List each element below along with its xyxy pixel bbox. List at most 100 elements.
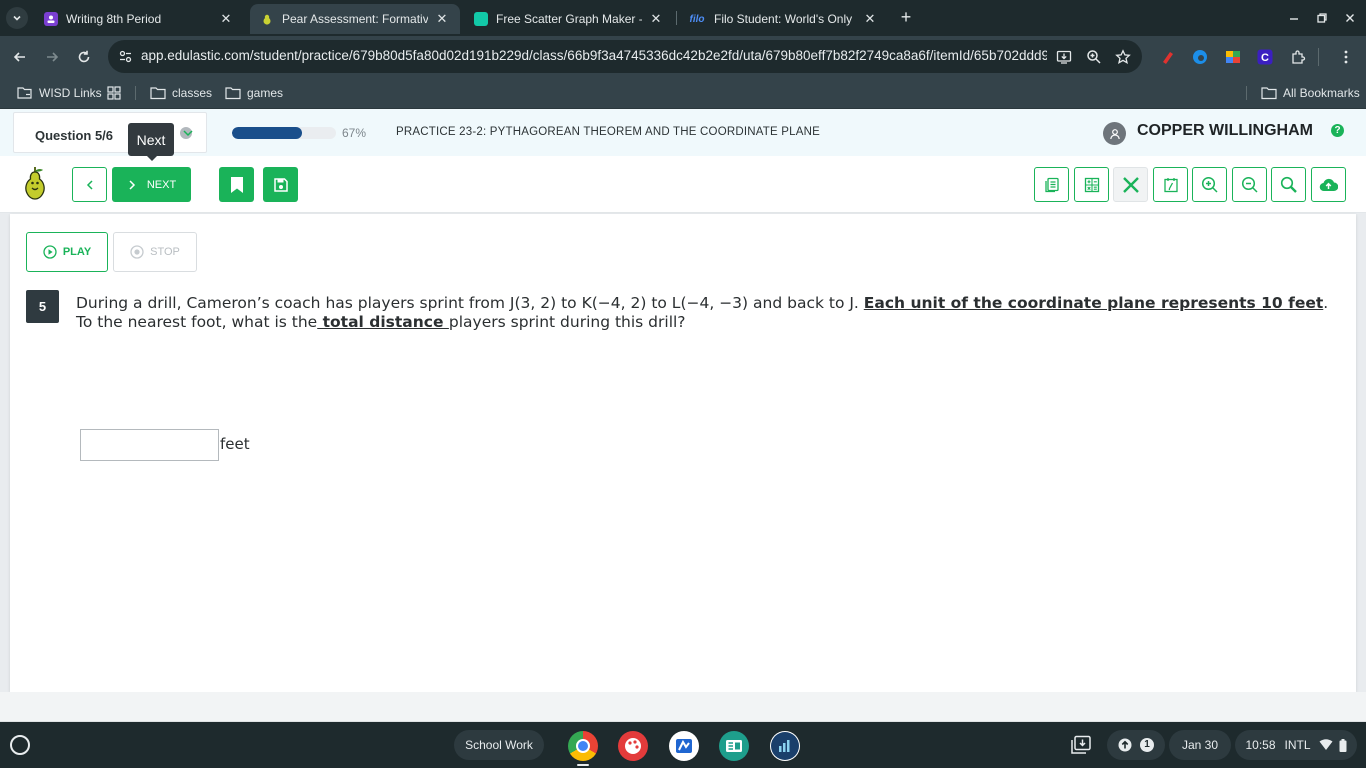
stop-audio-button[interactable]: STOP <box>113 232 197 272</box>
answer-input[interactable] <box>80 429 219 461</box>
new-tab-button[interactable]: + <box>896 8 916 28</box>
bookmark-divider <box>135 86 136 100</box>
upload-status-icon <box>1118 738 1132 752</box>
save-icon <box>273 177 288 192</box>
wifi-icon <box>1319 739 1333 750</box>
user-avatar-icon[interactable] <box>1103 122 1126 145</box>
kami-app-icon[interactable] <box>669 731 699 761</box>
bookmark-folder-classes[interactable]: classes <box>150 82 212 104</box>
clock-time: 10:58 <box>1245 738 1276 752</box>
edge-extension-icon[interactable] <box>1189 46 1211 68</box>
calculator-button[interactable] <box>1074 167 1109 202</box>
previous-button[interactable] <box>72 167 107 202</box>
chevron-down-icon <box>183 130 193 137</box>
reload-button[interactable] <box>72 45 96 69</box>
all-bookmarks-button[interactable]: All Bookmarks <box>1261 82 1360 104</box>
submit-upload-button[interactable] <box>1311 167 1346 202</box>
tab-scatter-graph[interactable]: Free Scatter Graph Maker - Cre ✕ <box>464 4 674 34</box>
drive-extension-icon[interactable] <box>1222 46 1244 68</box>
close-window-button[interactable] <box>1340 8 1360 28</box>
toolbar-divider <box>1318 48 1319 66</box>
clipboard-history-icon[interactable] <box>1070 735 1092 755</box>
notification-tray[interactable]: 1 <box>1107 730 1165 760</box>
cross-out-tool-button[interactable] <box>1113 167 1148 202</box>
bookmark-divider <box>1246 86 1247 100</box>
scatter-favicon-icon <box>474 12 488 26</box>
extensions-puzzle-icon[interactable] <box>1287 46 1309 68</box>
chevron-left-icon <box>86 179 93 190</box>
bookmark-folder-games[interactable]: games <box>225 82 283 104</box>
next-label: NEXT <box>146 178 177 191</box>
date-tray[interactable]: Jan 30 <box>1169 730 1231 760</box>
cross-out-icon <box>1122 176 1139 193</box>
apps-button[interactable] <box>107 82 127 104</box>
question-text: During a drill, Cameron’s coach has play… <box>76 294 1336 332</box>
pear-logo-icon <box>25 167 45 200</box>
magnifier-button[interactable] <box>1271 167 1306 202</box>
tab-filo[interactable]: filo Filo Student: World's Only Live ✕ <box>678 4 888 34</box>
bookmark-question-button[interactable] <box>219 167 254 202</box>
user-name[interactable]: COPPER WILLINGHAM <box>1137 122 1313 140</box>
install-app-icon[interactable] <box>1054 47 1074 67</box>
bookmark-label: All Bookmarks <box>1283 86 1360 100</box>
close-tab-icon[interactable]: ✕ <box>862 11 878 27</box>
tab-search-button[interactable] <box>6 7 28 29</box>
bookmark-star-icon[interactable] <box>1113 47 1133 67</box>
status-tray[interactable]: 10:58 INTL <box>1235 730 1357 760</box>
site-info-icon[interactable] <box>118 49 133 64</box>
question-selector[interactable]: Question 5/6 <box>13 112 207 153</box>
highlighter-extension-icon[interactable] <box>1157 46 1179 68</box>
save-button[interactable] <box>263 167 298 202</box>
notification-count-badge: 1 <box>1140 738 1154 752</box>
zoom-icon[interactable] <box>1084 47 1104 67</box>
assignment-title: PRACTICE 23-2: PYTHAGOREAN THEOREM AND T… <box>396 126 820 138</box>
restore-icon <box>1317 13 1327 23</box>
back-button[interactable] <box>8 45 32 69</box>
question-text-emphasis: total distance <box>317 313 449 331</box>
tab-title: Free Scatter Graph Maker - Cre <box>496 12 642 26</box>
analytics-app-icon[interactable] <box>770 731 800 761</box>
launcher-button[interactable] <box>10 735 30 755</box>
chrome-app-icon[interactable] <box>568 731 598 761</box>
reference-sheet-icon <box>1044 177 1059 192</box>
minimize-button[interactable] <box>1284 8 1304 28</box>
classroom-favicon-icon <box>44 12 58 26</box>
chevron-down-icon <box>13 15 21 21</box>
forward-button[interactable] <box>40 45 64 69</box>
close-tab-icon[interactable]: ✕ <box>648 11 664 27</box>
scratchpad-icon <box>1163 177 1178 192</box>
progress-percent: 67% <box>342 126 367 140</box>
os-shelf: School Work 1 Jan 30 10:58 INTL <box>0 722 1366 768</box>
close-tab-icon[interactable]: ✕ <box>218 11 234 27</box>
next-button[interactable]: NEXT <box>112 167 191 202</box>
zoom-in-button[interactable] <box>1192 167 1227 202</box>
stop-label: STOP <box>150 246 180 258</box>
c-extension-icon[interactable]: C <box>1254 46 1276 68</box>
folder-icon <box>150 87 166 100</box>
address-bar[interactable]: app.edulastic.com/student/practice/679b8… <box>108 40 1142 73</box>
canvas-paint-app-icon[interactable] <box>618 731 648 761</box>
play-label: PLAY <box>62 246 92 258</box>
restore-button[interactable] <box>1312 8 1332 28</box>
close-tab-icon[interactable]: ✕ <box>434 11 450 27</box>
school-work-desk-button[interactable]: School Work <box>454 730 544 760</box>
play-audio-button[interactable]: PLAY <box>26 232 108 272</box>
answer-unit-label: feet <box>220 435 250 453</box>
apps-grid-icon <box>107 86 121 100</box>
help-icon[interactable]: ? <box>1331 124 1344 137</box>
bookmark-label: games <box>247 86 284 100</box>
tab-pear-assessment[interactable]: Pear Assessment: Formative a ✕ <box>250 4 460 34</box>
scratchpad-button[interactable] <box>1153 167 1188 202</box>
page-footer-strip <box>0 692 1366 722</box>
reader-app-icon[interactable] <box>719 731 749 761</box>
bookmark-label: classes <box>172 86 213 100</box>
reference-sheet-button[interactable] <box>1034 167 1069 202</box>
tab-writing[interactable]: Writing 8th Period ✕ <box>34 4 244 34</box>
zoom-out-button[interactable] <box>1232 167 1267 202</box>
svg-text:C: C <box>1261 52 1269 64</box>
arrow-right-icon <box>47 52 59 62</box>
bookmark-wisd-links[interactable]: WISD Links <box>17 82 102 104</box>
stop-icon <box>130 245 144 259</box>
tab-title: Filo Student: World's Only Live <box>714 12 856 26</box>
browser-menu-icon[interactable] <box>1335 46 1357 68</box>
